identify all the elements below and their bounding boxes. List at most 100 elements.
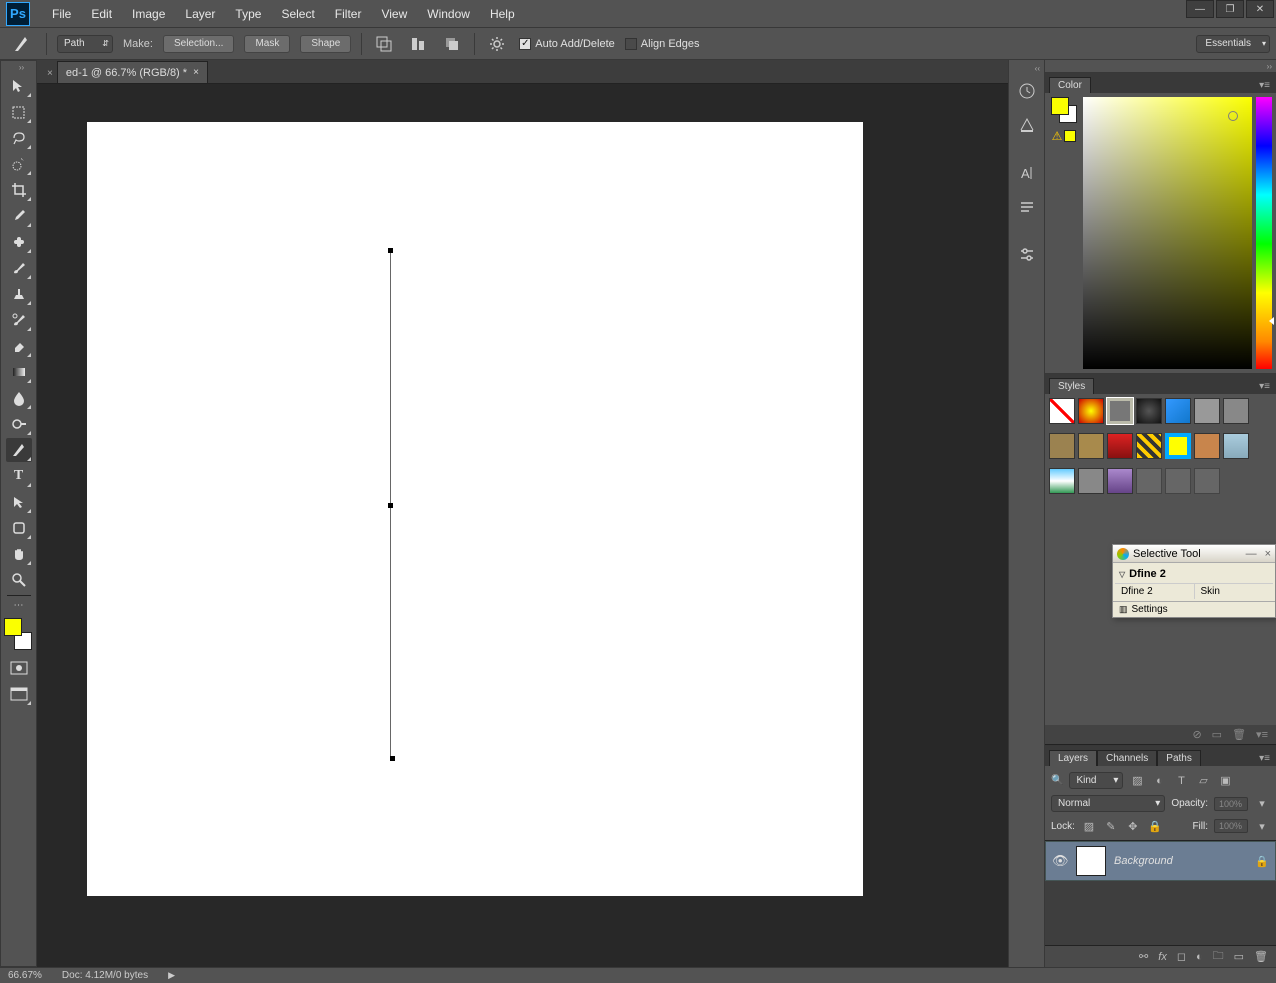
path-arrangement-icon[interactable] — [440, 32, 464, 56]
style-swatch[interactable] — [1194, 433, 1220, 459]
selective-tool-settings[interactable]: Settings — [1132, 604, 1168, 615]
no-action-icon[interactable]: ⊘ — [1192, 728, 1201, 741]
style-swatch[interactable] — [1078, 468, 1104, 494]
history-panel-icon[interactable] — [1014, 78, 1040, 104]
character-panel-icon[interactable]: A — [1014, 160, 1040, 186]
canvas[interactable] — [87, 122, 863, 896]
layer-style-icon[interactable]: fx — [1158, 951, 1167, 963]
dock-expand-toggle[interactable]: ‹‹ — [1009, 62, 1044, 74]
paths-tab[interactable]: Paths — [1157, 750, 1201, 766]
lasso-tool[interactable] — [6, 126, 32, 150]
tab-close-prev[interactable]: × — [43, 64, 57, 83]
active-tool-icon[interactable] — [8, 34, 36, 54]
blend-mode-select[interactable]: Normal — [1051, 795, 1165, 812]
new-group-icon[interactable]: 🗀 — [1213, 947, 1224, 966]
lock-position-icon[interactable]: ✥ — [1125, 818, 1141, 834]
filter-adjustment-icon[interactable]: ◐ — [1151, 773, 1167, 789]
style-swatch[interactable] — [1165, 433, 1191, 459]
document-tab-close[interactable]: × — [193, 67, 199, 78]
zoom-tool[interactable] — [6, 568, 32, 592]
layer-mask-icon[interactable]: ◻ — [1177, 950, 1186, 963]
restore-button[interactable]: ❐ — [1216, 0, 1244, 18]
foreground-swatch[interactable] — [1051, 97, 1069, 115]
anchor-point[interactable] — [388, 503, 393, 508]
blur-tool[interactable] — [6, 386, 32, 410]
style-swatch[interactable] — [1049, 468, 1075, 494]
trash-icon[interactable]: 🗑 — [1232, 728, 1246, 741]
fill-input[interactable]: 100% — [1214, 819, 1248, 833]
color-panel-menu-icon[interactable]: ▾≡ — [1257, 78, 1272, 93]
selective-tool-minimize[interactable]: — — [1246, 548, 1257, 560]
type-tool[interactable]: T — [6, 464, 32, 488]
style-swatch[interactable] — [1194, 398, 1220, 424]
menu-window[interactable]: Window — [417, 3, 480, 25]
color-field[interactable] — [1083, 97, 1252, 369]
path-operations-icon[interactable] — [372, 32, 396, 56]
style-swatch[interactable] — [1194, 468, 1220, 494]
menu-file[interactable]: File — [42, 3, 81, 25]
quick-selection-tool[interactable] — [6, 152, 32, 176]
hand-tool[interactable] — [6, 542, 32, 566]
color-tab[interactable]: Color — [1049, 77, 1091, 93]
properties-panel-icon[interactable] — [1014, 242, 1040, 268]
style-swatch[interactable] — [1107, 398, 1133, 424]
link-layers-icon[interactable]: ⚯ — [1139, 950, 1148, 963]
eyedropper-tool[interactable] — [6, 204, 32, 228]
menu-edit[interactable]: Edit — [81, 3, 122, 25]
style-swatch[interactable] — [1136, 433, 1162, 459]
close-button[interactable]: ✕ — [1246, 0, 1274, 18]
actions-panel-icon[interactable] — [1014, 112, 1040, 138]
style-swatch[interactable] — [1107, 468, 1133, 494]
lock-image-icon[interactable]: ✎ — [1103, 818, 1119, 834]
make-shape-button[interactable]: Shape — [300, 35, 351, 53]
workspace-select[interactable]: Essentials — [1196, 35, 1270, 53]
selective-tool-cell[interactable]: Skin — [1195, 584, 1274, 599]
style-swatch[interactable] — [1223, 433, 1249, 459]
make-selection-button[interactable]: Selection... — [163, 35, 234, 53]
clone-stamp-tool[interactable] — [6, 282, 32, 306]
style-swatch[interactable] — [1049, 398, 1075, 424]
adjustment-layer-icon[interactable]: ◐ — [1196, 951, 1203, 963]
layer-lock-icon[interactable]: 🔒 — [1255, 855, 1269, 868]
gear-icon[interactable] — [485, 32, 509, 56]
zoom-level[interactable]: 66.67% — [8, 970, 42, 981]
delete-layer-icon[interactable]: 🗑 — [1254, 950, 1268, 963]
screen-mode-toggle[interactable] — [6, 682, 32, 706]
dodge-tool[interactable] — [6, 412, 32, 436]
auto-add-delete-checkbox[interactable]: ✓Auto Add/Delete — [519, 38, 615, 50]
foreground-color-swatch[interactable] — [4, 618, 22, 636]
pen-tool[interactable] — [6, 438, 32, 462]
new-layer-icon[interactable]: ▭ — [1234, 950, 1244, 963]
layer-filter-select[interactable]: Kind — [1069, 772, 1123, 789]
opacity-input[interactable]: 100% — [1214, 797, 1248, 811]
menu-layer[interactable]: Layer — [175, 3, 225, 25]
menu-help[interactable]: Help — [480, 3, 525, 25]
filter-type-icon[interactable]: T — [1173, 773, 1189, 789]
fill-scrubby-icon[interactable]: ▾ — [1254, 818, 1270, 834]
tool-mode-select[interactable]: Path — [57, 35, 113, 53]
brush-tool[interactable] — [6, 256, 32, 280]
menu-filter[interactable]: Filter — [325, 3, 372, 25]
layer-thumbnail[interactable] — [1076, 846, 1106, 876]
history-brush-tool[interactable] — [6, 308, 32, 332]
menu-select[interactable]: Select — [271, 3, 324, 25]
opacity-scrubby-icon[interactable]: ▾ — [1254, 796, 1270, 812]
layer-visibility-icon[interactable]: 👁 — [1052, 853, 1068, 869]
channels-tab[interactable]: Channels — [1097, 750, 1157, 766]
document-tab[interactable]: ed-1 @ 66.7% (RGB/8) * × — [57, 61, 208, 83]
tools-collapse-toggle[interactable]: ›› — [1, 61, 36, 73]
canvas-viewport[interactable] — [37, 84, 1008, 967]
style-swatch[interactable] — [1223, 398, 1249, 424]
style-swatch[interactable] — [1136, 468, 1162, 494]
filter-smart-icon[interactable]: ▣ — [1217, 773, 1233, 789]
gamut-warning-icon[interactable]: ⚠ — [1052, 129, 1063, 143]
style-swatch[interactable] — [1049, 433, 1075, 459]
selective-tool-settings-icon[interactable]: ▥ — [1119, 604, 1128, 615]
selective-tool-section[interactable]: ▽ Dfine 2 — [1115, 565, 1273, 583]
styles-tab[interactable]: Styles — [1049, 378, 1094, 394]
style-swatch[interactable] — [1136, 398, 1162, 424]
make-mask-button[interactable]: Mask — [244, 35, 290, 53]
anchor-point[interactable] — [388, 248, 393, 253]
menu-view[interactable]: View — [371, 3, 417, 25]
layers-tab[interactable]: Layers — [1049, 750, 1097, 766]
